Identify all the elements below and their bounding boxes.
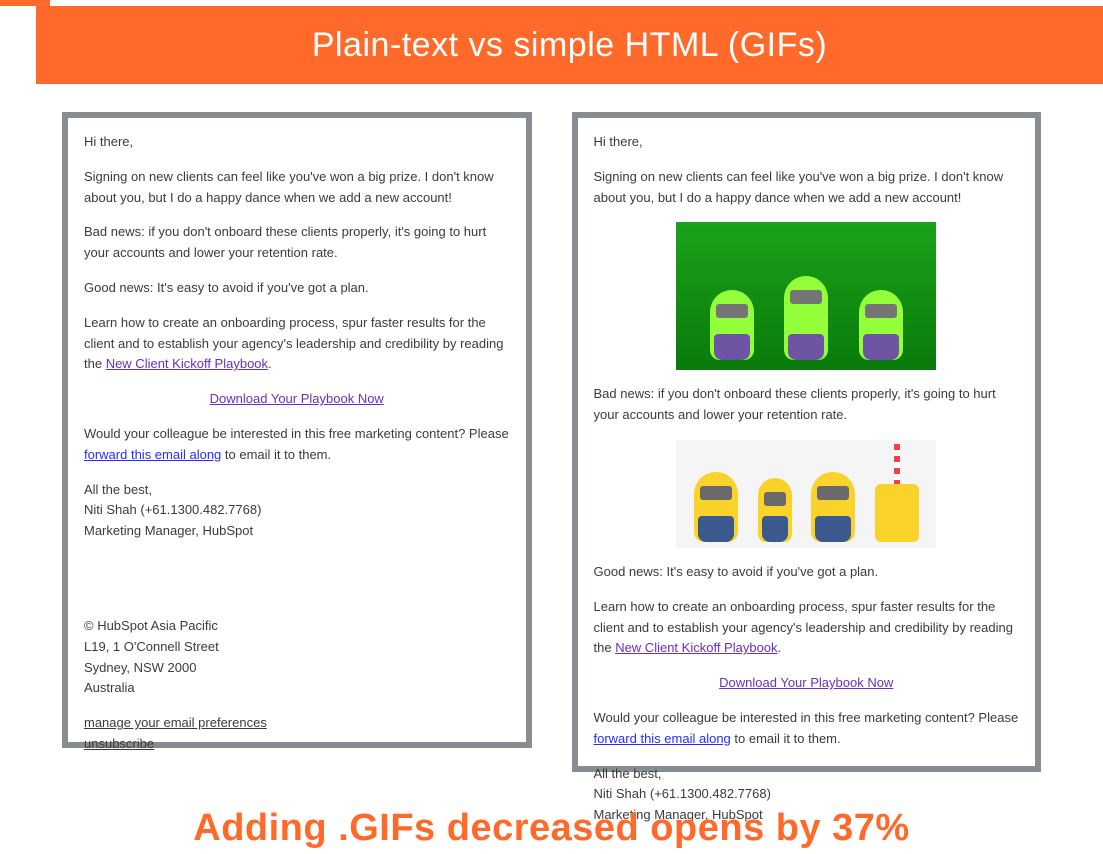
- gif-image-2: [676, 440, 936, 548]
- slide-title: Plain-text vs simple HTML (GIFs): [312, 26, 827, 65]
- playbook-link[interactable]: New Client Kickoff Playbook: [615, 640, 777, 655]
- slide-title-band: Plain-text vs simple HTML (GIFs): [36, 6, 1103, 84]
- spacer: [84, 556, 510, 616]
- p4-tail: .: [778, 640, 782, 655]
- minion-icon: [859, 290, 903, 360]
- p5-tail: to email it to them.: [731, 731, 841, 746]
- paragraph-forward: Would your colleague be interested in th…: [594, 708, 1020, 750]
- footer-company: © HubSpot Asia Pacific: [84, 616, 510, 637]
- signature-name: Niti Shah (+61.1300.482.7768): [594, 784, 1020, 805]
- gif-image-1: [676, 222, 936, 370]
- p4-tail: .: [268, 356, 272, 371]
- paragraph-intro: Signing on new clients can feel like you…: [594, 167, 1020, 209]
- playbook-link[interactable]: New Client Kickoff Playbook: [106, 356, 268, 371]
- forward-email-link[interactable]: forward this email along: [594, 731, 731, 746]
- minion-icon: [758, 478, 792, 542]
- manage-prefs-row: manage your email preferences: [84, 713, 510, 734]
- email-plain-text: Hi there, Signing on new clients can fee…: [62, 112, 532, 748]
- minion-icon: [784, 276, 828, 360]
- paragraph-good-news: Good news: It's easy to avoid if you've …: [84, 278, 510, 299]
- email-html-gifs: Hi there, Signing on new clients can fee…: [572, 112, 1042, 772]
- paragraph-intro: Signing on new clients can feel like you…: [84, 167, 510, 209]
- minion-icon: [811, 472, 855, 542]
- paragraph-bad-news: Bad news: if you don't onboard these cli…: [84, 222, 510, 264]
- footer-address-1: L19, 1 O'Connell Street: [84, 637, 510, 658]
- p5-lead: Would your colleague be interested in th…: [594, 710, 1019, 725]
- manage-preferences-link[interactable]: manage your email preferences: [84, 715, 267, 730]
- signoff: All the best,: [594, 764, 1020, 785]
- paragraph-forward: Would your colleague be interested in th…: [84, 424, 510, 466]
- unsubscribe-link[interactable]: unsubscribe: [84, 736, 154, 751]
- footer-country: Australia: [84, 678, 510, 699]
- minion-icon: [694, 472, 738, 542]
- signature-title: Marketing Manager, HubSpot: [84, 521, 510, 542]
- p5-lead: Would your colleague be interested in th…: [84, 426, 509, 441]
- p5-tail: to email it to them.: [221, 447, 331, 462]
- minion-icon: [710, 290, 754, 360]
- download-cta-row: Download Your Playbook Now: [594, 673, 1020, 694]
- signature-name: Niti Shah (+61.1300.482.7768): [84, 500, 510, 521]
- forward-email-link[interactable]: forward this email along: [84, 447, 221, 462]
- paragraph-bad-news: Bad news: if you don't onboard these cli…: [594, 384, 1020, 426]
- download-cta-row: Download Your Playbook Now: [84, 389, 510, 410]
- paragraph-learn: Learn how to create an onboarding proces…: [594, 597, 1020, 659]
- paragraph-learn: Learn how to create an onboarding proces…: [84, 313, 510, 375]
- download-playbook-link[interactable]: Download Your Playbook Now: [719, 675, 893, 690]
- footer-address-2: Sydney, NSW 2000: [84, 658, 510, 679]
- comparison-row: Hi there, Signing on new clients can fee…: [62, 112, 1041, 772]
- download-playbook-link[interactable]: Download Your Playbook Now: [210, 391, 384, 406]
- greeting: Hi there,: [594, 132, 1020, 153]
- signoff: All the best,: [84, 480, 510, 501]
- gif-1-content: [676, 222, 936, 370]
- greeting: Hi there,: [84, 132, 510, 153]
- slide-caption: Adding .GIFs decreased opens by 37%: [0, 807, 1103, 850]
- paragraph-good-news: Good news: It's easy to avoid if you've …: [594, 562, 1020, 583]
- unsubscribe-row: unsubscribe: [84, 734, 510, 755]
- cup-icon: [875, 484, 919, 542]
